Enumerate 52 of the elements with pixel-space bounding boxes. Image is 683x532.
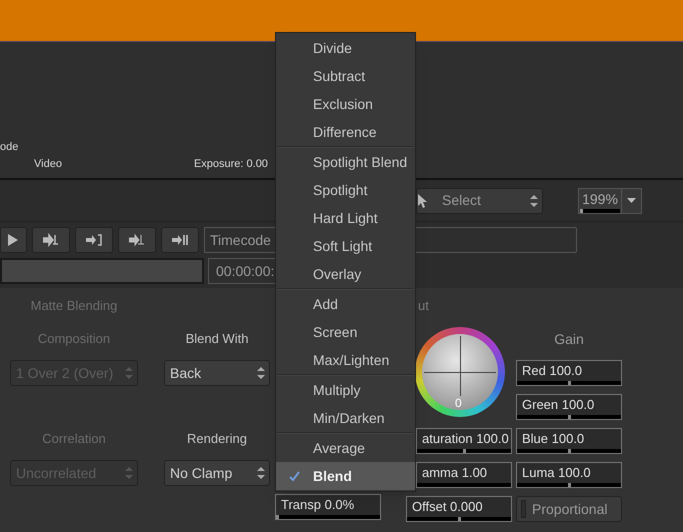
menu-item[interactable]: Difference bbox=[276, 118, 415, 146]
spinner-arrows-icon bbox=[257, 366, 265, 380]
transport-button[interactable] bbox=[0, 227, 27, 253]
track-label: Video bbox=[34, 157, 62, 171]
menu-item[interactable]: Average bbox=[276, 434, 415, 462]
panel-label: ode bbox=[0, 140, 18, 154]
transport-button[interactable] bbox=[161, 227, 199, 253]
menu-item[interactable]: Subtract bbox=[276, 62, 415, 90]
transport-button[interactable] bbox=[75, 227, 113, 253]
transport-button[interactable] bbox=[118, 227, 156, 253]
spinner-arrows-icon bbox=[530, 194, 538, 208]
proportional-toggle[interactable]: Proportional bbox=[516, 496, 622, 522]
arrow-to-bars-icon bbox=[172, 233, 188, 247]
field-label: Correlation bbox=[41, 430, 107, 448]
menu-item[interactable]: Blend bbox=[276, 462, 415, 490]
spinner-arrows-icon bbox=[125, 466, 133, 480]
transport-button[interactable] bbox=[32, 227, 70, 253]
zoom-field[interactable]: 199% bbox=[578, 188, 642, 214]
value-field[interactable]: Red 100.0 bbox=[516, 360, 622, 386]
dropdown-arrow-icon bbox=[627, 198, 636, 203]
text-field[interactable] bbox=[415, 227, 577, 253]
menu-item[interactable]: Spotlight bbox=[276, 176, 415, 204]
pointer-icon bbox=[418, 194, 427, 208]
arrow-to-bracket-icon bbox=[86, 233, 102, 247]
value-field[interactable]: amma 1.00 bbox=[416, 462, 512, 488]
menu-item[interactable]: Screen bbox=[276, 318, 415, 346]
checkmark-icon bbox=[289, 470, 300, 482]
field-label: Composition bbox=[36, 330, 112, 348]
field-label: Rendering bbox=[186, 430, 248, 448]
arrow-to-line-icon bbox=[129, 233, 145, 247]
arrow-to-line-icon bbox=[43, 233, 59, 247]
wheel-value: 0 bbox=[455, 396, 462, 410]
menu-item[interactable]: Spotlight Blend bbox=[276, 148, 415, 176]
value-field[interactable]: Blue 100.0 bbox=[516, 428, 622, 454]
tool-dropdown[interactable]: Select bbox=[416, 188, 543, 214]
menu-item[interactable]: Min/Darken bbox=[276, 404, 415, 432]
value-field[interactable]: aturation 100.0 bbox=[416, 428, 512, 454]
menu-item[interactable]: Divide bbox=[276, 34, 415, 62]
section-title: Matte Blending bbox=[30, 297, 118, 315]
field-label: Blend With bbox=[184, 330, 250, 348]
spinner-arrows-icon bbox=[125, 366, 133, 380]
spinner-arrows-icon bbox=[257, 466, 265, 480]
menu-item[interactable]: Add bbox=[276, 290, 415, 318]
section-title: ut bbox=[418, 297, 429, 315]
value-field[interactable]: Offset 0.000 bbox=[406, 496, 512, 522]
section-title: Gain bbox=[553, 330, 585, 349]
value-field[interactable]: Luma 100.0 bbox=[516, 462, 622, 488]
menu-item[interactable]: Multiply bbox=[276, 376, 415, 404]
value-field[interactable]: Green 100.0 bbox=[516, 394, 622, 420]
menu-item[interactable]: Exclusion bbox=[276, 90, 415, 118]
menu-item[interactable]: Max/Lighten bbox=[276, 346, 415, 374]
exposure-readout: Exposure: 0.00 bbox=[194, 157, 268, 171]
